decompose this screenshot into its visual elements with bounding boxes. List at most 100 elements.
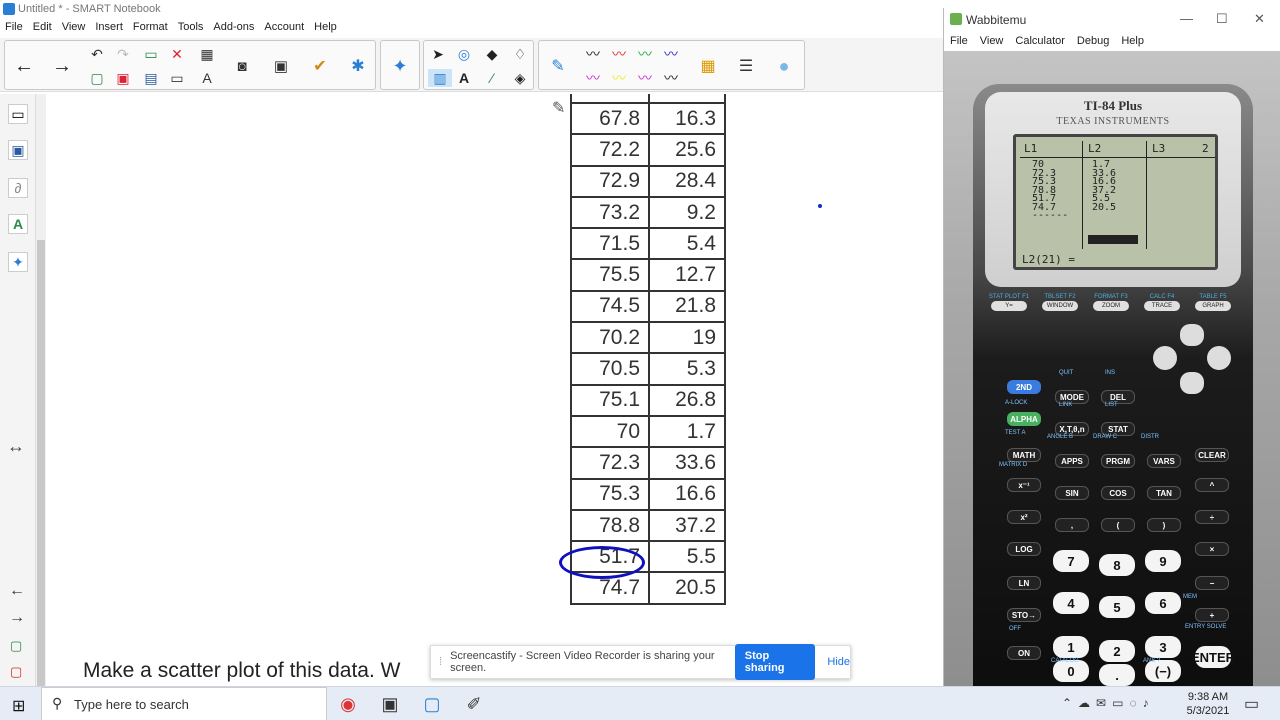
sidebar-delete-page-icon[interactable]: ▢ [10,664,22,680]
function-key[interactable]: CALC F4 TRACE [1138,294,1186,311]
function-key[interactable]: TBLSET F2 WINDOW [1036,294,1084,311]
wab-menu-calculator[interactable]: Calculator [1009,33,1071,51]
spell-check-icon[interactable]: A [197,69,217,87]
key-inv[interactable]: x⁻¹ [1007,478,1041,492]
wab-menu-debug[interactable]: Debug [1071,33,1115,51]
key-on[interactable]: ON [1007,646,1041,660]
response-icon[interactable]: ✔ [303,49,337,83]
move-sidebar-icon[interactable]: ↔ [7,436,25,457]
menu-account[interactable]: Account [259,19,309,37]
system-tray-icons[interactable]: ⌃☁✉▭◌♪ [1062,696,1155,710]
color-palette-icon[interactable]: ▦ [691,49,725,83]
key-sin[interactable]: SIN [1055,486,1089,500]
key-vars[interactable]: VARS [1147,454,1181,468]
pen-pink-icon[interactable]: 〰 [635,69,655,87]
key-div[interactable]: ÷ [1195,510,1229,524]
key-k4[interactable]: 4 [1053,592,1089,614]
sidebar-prev-icon[interactable]: ← [9,582,25,600]
maximize-icon[interactable]: ☐ [1216,11,1228,27]
key-k2[interactable]: 2 [1099,640,1135,662]
minimize-icon[interactable]: — [1180,11,1193,26]
text-icon[interactable]: A [454,69,474,87]
function-key[interactable]: FORMAT F3 ZOOM [1087,294,1135,311]
previous-page-icon[interactable]: ← [7,49,41,83]
open-file-icon[interactable]: ▢ [87,69,107,87]
delete-icon[interactable]: ✕ [167,45,187,63]
function-key[interactable]: TABLE F5 GRAPH [1189,294,1237,311]
key-log[interactable]: LOG [1007,542,1041,556]
redo-icon[interactable]: ↷ [113,45,133,63]
camera-icon[interactable]: ◙ [225,49,259,83]
key-apps[interactable]: APPS [1055,454,1089,468]
page-sorter-icon[interactable]: ▭ [8,104,28,124]
drag-grip-icon[interactable]: ⁞ [439,656,442,668]
pen-blue-icon[interactable]: 〰 [661,45,681,63]
pens-icon[interactable]: ▥ [428,69,452,87]
key-sto[interactable]: STO→ [1007,608,1041,622]
calculator-taskbar-icon[interactable]: ▣ [372,690,408,718]
taskbar-clock[interactable]: 9:38 AM 5/3/2021 [1180,690,1236,718]
pen-magenta-icon[interactable]: 〰 [583,69,603,87]
smart-notebook-taskbar-icon[interactable]: ▢ [414,690,450,718]
key-cos[interactable]: COS [1101,486,1135,500]
wab-menu-file[interactable]: File [944,33,974,51]
chrome-icon[interactable]: ◉ [330,690,366,718]
select-arrow-icon[interactable]: ➤ [428,45,448,63]
key-ln[interactable]: LN [1007,576,1041,590]
undo-icon[interactable]: ↶ [87,45,107,63]
magic-pen-icon[interactable]: ♢ [510,45,530,63]
key-second[interactable]: 2ND [1007,380,1041,394]
transparency-icon[interactable]: ● [767,49,801,83]
key-k3[interactable]: 3 [1145,636,1181,658]
pen-red-icon[interactable]: 〰 [609,45,629,63]
fill-icon[interactable]: ◆ [482,45,502,63]
key-clear[interactable]: CLEAR [1195,448,1229,462]
close-icon[interactable]: ✕ [1254,11,1265,27]
menu-tools[interactable]: Tools [173,19,209,37]
shapes-icon[interactable]: ◎ [454,45,474,63]
addons-sidebar-icon[interactable]: ✦ [8,252,28,272]
document-camera-icon[interactable]: ▣ [264,49,298,83]
pen-type-icon[interactable]: ✎ [541,49,575,83]
key-sub[interactable]: − [1195,576,1229,590]
line-style-icon[interactable]: ☰ [729,49,763,83]
taskbar-search-box[interactable]: ⚲ Type here to search [41,687,327,720]
pen-black-icon[interactable]: 〰 [583,45,603,63]
wab-menu-view[interactable]: View [974,33,1010,51]
arrow-up-key[interactable] [1180,324,1204,346]
arrow-right-key[interactable] [1207,346,1231,370]
menu-addons[interactable]: Add-ons [208,19,259,37]
paste-icon[interactable]: ▣ [113,69,133,87]
arrow-left-key[interactable] [1153,346,1177,370]
function-key[interactable]: STAT PLOT F1 Y= [985,294,1033,311]
menu-format[interactable]: Format [128,19,173,37]
screen-shade-icon[interactable]: ▭ [167,69,187,87]
pen-app-taskbar-icon[interactable]: ✐ [456,690,492,718]
pen-green-icon[interactable]: 〰 [635,45,655,63]
key-math[interactable]: MATH [1007,448,1041,462]
key-tan[interactable]: TAN [1147,486,1181,500]
key-sq[interactable]: x² [1007,510,1041,524]
gallery-icon[interactable]: ▣ [8,140,28,160]
notification-icon[interactable]: ▭ [1244,694,1259,714]
key-add[interactable]: + [1195,608,1229,622]
scrollbar-thumb[interactable] [37,240,45,695]
key-lp[interactable]: ( [1101,518,1135,532]
hide-button[interactable]: Hide [827,656,850,668]
addons-puzzle-icon[interactable]: ✦ [383,49,417,83]
arrow-down-key[interactable] [1180,372,1204,394]
attachments-icon[interactable]: ∂ [8,178,28,198]
pen-thick-black-icon[interactable]: 〰 [661,69,681,87]
eraser-icon[interactable]: ◈ [510,69,530,87]
menu-help[interactable]: Help [309,19,342,37]
wab-menu-help[interactable]: Help [1115,33,1150,51]
key-k8[interactable]: 8 [1099,554,1135,576]
add-page-icon[interactable]: ▭ [141,45,161,63]
windows-start-icon[interactable]: ⊞ [12,696,25,716]
menu-view[interactable]: View [57,19,91,37]
key-k7[interactable]: 7 [1053,550,1089,572]
menu-insert[interactable]: Insert [90,19,128,37]
key-enter[interactable]: ENTER [1191,646,1235,668]
lab-tools-icon[interactable]: ✱ [341,49,375,83]
properties-icon[interactable]: A [8,214,28,234]
